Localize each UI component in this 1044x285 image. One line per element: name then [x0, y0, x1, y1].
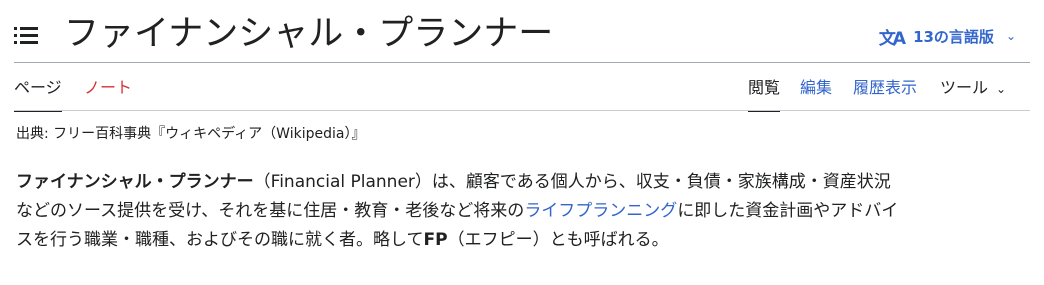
article-line-1: ファイナンシャル・プランナー（Financial Planner）は、顧客である… [16, 168, 1016, 197]
life-planning-link[interactable]: ライフプランニング [524, 201, 677, 221]
article-text: などのソース提供を受け、それを基に住居・教育・老後など将来の [16, 201, 525, 221]
tab-read[interactable]: 閲覧 [748, 74, 781, 112]
tab-tools-label: ツール [940, 78, 989, 97]
article-text: に即した資金計画やアドバイ [677, 201, 899, 221]
page-title: ファイナンシャル・プランナー [64, 14, 554, 54]
article-text: （エフピー）とも呼ばれる。 [447, 230, 669, 250]
site-subtitle: 出典: フリー百科事典『ウィキペディア（Wikipedia）』 [16, 126, 366, 142]
table-of-contents-icon[interactable] [14, 26, 38, 46]
tab-talk[interactable]: ノート [84, 74, 132, 112]
chevron-down-icon: ⌄ [996, 82, 1007, 96]
article-line-2: などのソース提供を受け、それを基に住居・教育・老後など将来のライフプランニングに… [16, 197, 1016, 226]
article-line-3: スを行う職業・職種、およびその職に就く者。略してFP（エフピー）とも呼ばれる。 [16, 226, 1016, 255]
page-header: ファイナンシャル・プランナー 文A 13の言語版 ⌄ [0, 0, 1044, 64]
language-button[interactable]: 文A 13の言語版 ⌄ [879, 22, 1016, 50]
title-divider [14, 62, 1030, 63]
language-button-label: 13の言語版 [913, 27, 994, 46]
article-text: スを行う職業・職種、およびその職に就く者。略して [16, 230, 424, 250]
article-body: ファイナンシャル・プランナー（Financial Planner）は、顧客である… [16, 168, 1016, 255]
tab-page[interactable]: ページ [14, 74, 62, 112]
page-tabs: ページ ノート 閲覧 編集 履歴表示 ツール ⌄ [14, 64, 1030, 112]
tab-history[interactable]: 履歴表示 [853, 74, 917, 112]
article-term: ファイナンシャル・プランナー [16, 172, 254, 192]
article-abbr: FP [423, 230, 448, 250]
tabs-divider [14, 110, 1030, 111]
article-text: （Financial Planner）は、顧客である個人から、収支・負債・家族構… [253, 172, 891, 192]
tab-tools[interactable]: ツール ⌄ [940, 74, 1006, 112]
tab-edit[interactable]: 編集 [800, 74, 832, 112]
language-icon: 文A [878, 28, 906, 49]
chevron-down-icon: ⌄ [1005, 29, 1016, 43]
